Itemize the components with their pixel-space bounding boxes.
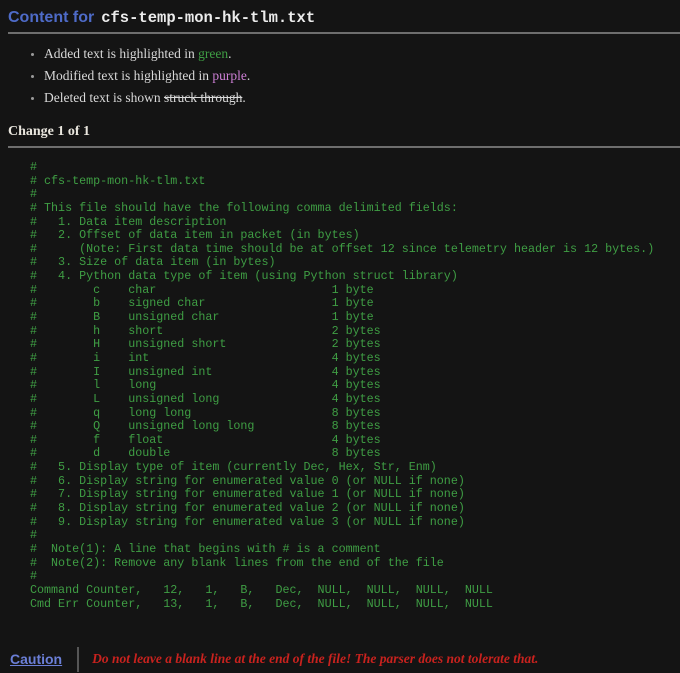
page-title-filename: cfs-temp-mon-hk-tlm.txt [101, 9, 315, 27]
diff-legend: Added text is highlighted in green. Modi… [8, 47, 680, 105]
page-title-prefix: Content for [8, 9, 94, 26]
legend-item-added: Added text is highlighted in green. [44, 47, 680, 61]
caution-text: Do not leave a blank line at the end of … [92, 651, 538, 667]
change-header: Change 1 of 1 [0, 120, 680, 146]
legend-item-deleted: Deleted text is shown struck through. [44, 91, 680, 105]
content-page: Content for cfs-temp-mon-hk-tlm.txt Added… [0, 0, 680, 673]
legend-deleted-text: Deleted text is shown [44, 90, 164, 105]
legend-modified-suffix: . [247, 68, 250, 83]
file-content: # # cfs-temp-mon-hk-tlm.txt # # This fil… [30, 161, 680, 611]
legend-added-highlight: green [198, 46, 228, 61]
legend-added-suffix: . [228, 46, 231, 61]
caution-divider-bar [77, 647, 79, 672]
legend-item-modified: Modified text is highlighted in purple. [44, 69, 680, 83]
caution-link[interactable]: Caution [10, 651, 62, 667]
legend-modified-highlight: purple [212, 68, 247, 83]
page-title: Content for cfs-temp-mon-hk-tlm.txt [0, 0, 680, 32]
legend-modified-text: Modified text is highlighted in [44, 68, 212, 83]
caution-note: Caution Do not leave a blank line at the… [10, 645, 680, 673]
legend-deleted-suffix: . [242, 90, 245, 105]
title-divider [8, 32, 680, 34]
legend-added-text: Added text is highlighted in [44, 46, 198, 61]
change-divider [8, 146, 680, 148]
legend-deleted-highlight: struck through [164, 90, 242, 105]
